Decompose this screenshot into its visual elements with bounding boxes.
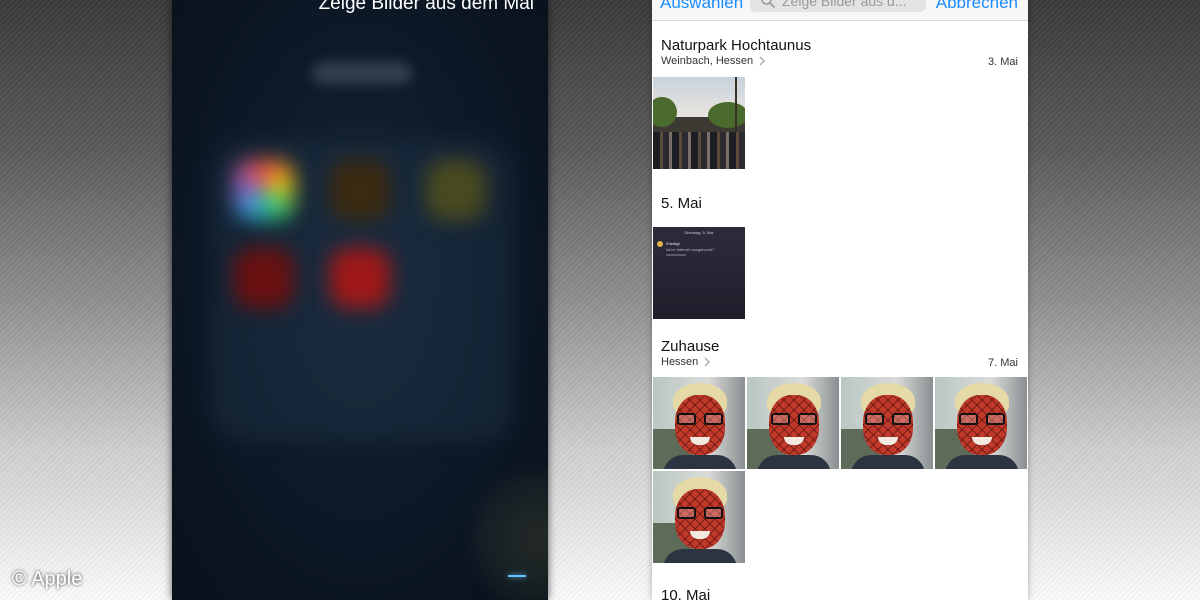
moment-section: Zuhause Hessen 7. Mai xyxy=(652,330,1028,570)
moment-title[interactable]: 5. Mai xyxy=(661,195,702,212)
moment-title[interactable]: 10. Mai xyxy=(661,587,710,600)
moment-title[interactable]: Zuhause xyxy=(661,338,719,355)
photo-thumbnail[interactable] xyxy=(653,377,745,469)
photos-app-screen: Auswählen Zeige Bilder aus d... Abbreche… xyxy=(652,0,1028,600)
photo-thumbnail[interactable]: Dienstag, 5. Mai Erledigt Ist im Interne… xyxy=(653,227,745,319)
photo-thumbnail[interactable] xyxy=(653,77,745,169)
screenshot-body: Ist im Internet ausgebucht? xyxy=(666,247,715,252)
photo-thumbnail[interactable] xyxy=(747,377,839,469)
moment-section: Naturpark Hochtaunus Weinbach, Hessen 3.… xyxy=(652,0,1028,175)
moment-date: 3. Mai xyxy=(988,56,1018,68)
blurred-app-icon xyxy=(330,248,390,308)
moment-location: Hessen xyxy=(661,356,699,368)
siri-glow xyxy=(472,470,548,600)
screenshot-header: Dienstag, 5. Mai xyxy=(684,230,714,235)
moment-section: 5. Mai Dienstag, 5. Mai Erledigt Ist im … xyxy=(652,190,1028,320)
copyright-notice: © Apple xyxy=(12,568,83,590)
blurred-app-icon xyxy=(426,160,486,220)
photo-thumbnail[interactable] xyxy=(935,377,1027,469)
screenshot-title: Erledigt xyxy=(666,241,680,246)
moment-date: 7. Mai xyxy=(988,357,1018,369)
chevron-right-icon xyxy=(704,357,711,367)
blurred-photos-app-icon xyxy=(234,160,294,220)
moment-section: 10. Mai xyxy=(652,580,1028,600)
moment-location-link[interactable]: Weinbach, Hessen xyxy=(661,55,766,67)
chevron-right-icon xyxy=(759,56,766,66)
moment-location: Weinbach, Hessen xyxy=(661,55,754,67)
siri-query-text: Zeige Bilder aus dem Mai xyxy=(318,0,534,14)
blurred-app-icon xyxy=(234,248,294,308)
photo-thumbnail[interactable] xyxy=(653,471,745,563)
blurred-folder-title xyxy=(312,62,412,84)
blurred-app-icon xyxy=(330,160,390,220)
moment-location-link[interactable]: Hessen xyxy=(661,356,711,368)
moment-title[interactable]: Naturpark Hochtaunus xyxy=(661,37,811,54)
siri-waveform-icon[interactable] xyxy=(508,575,526,577)
photo-thumbnail[interactable] xyxy=(841,377,933,469)
siri-screen: Zeige Bilder aus dem Mai xyxy=(172,0,548,600)
